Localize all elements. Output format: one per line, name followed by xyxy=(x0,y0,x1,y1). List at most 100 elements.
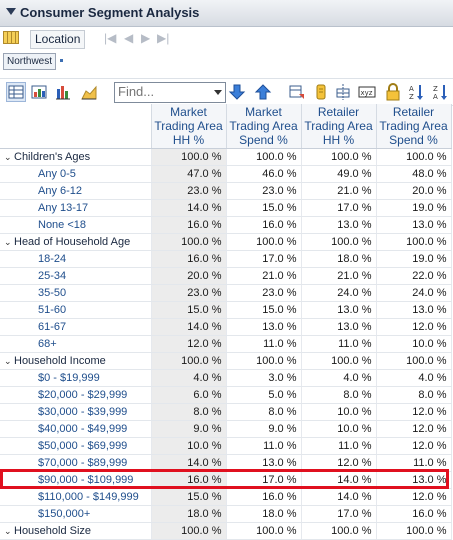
value-cell: 8.0 % xyxy=(226,403,302,421)
row-label[interactable]: $40,000 - $49,999 xyxy=(0,420,152,438)
nav-first-icon[interactable]: |◀ xyxy=(104,31,116,45)
table-row[interactable]: $20,000 - $29,999 6.0 % 5.0 % 8.0 % 8.0 % xyxy=(0,386,452,404)
find-input[interactable] xyxy=(115,83,201,100)
table-view-icon[interactable] xyxy=(6,82,26,102)
group-label[interactable]: ⌄ Children's Ages xyxy=(0,148,152,166)
value-cell: 16.0 % xyxy=(151,216,227,234)
arrow-up-icon[interactable] xyxy=(254,83,272,101)
table-row[interactable]: 51-60 15.0 % 15.0 % 13.0 % 13.0 % xyxy=(0,301,452,319)
table-row[interactable]: Any 13-17 14.0 % 15.0 % 17.0 % 19.0 % xyxy=(0,199,452,217)
row-label-text: Household Size xyxy=(14,525,92,537)
table-row[interactable]: None <18 16.0 % 16.0 % 13.0 % 13.0 % xyxy=(0,216,452,234)
value-cell: 10.0 % xyxy=(301,403,377,421)
row-label[interactable]: 35-50 xyxy=(0,284,152,302)
grid-icon[interactable] xyxy=(3,31,19,44)
column-header[interactable]: Retailer Trading Area HH % xyxy=(301,104,377,149)
chevron-down-icon[interactable] xyxy=(214,90,222,95)
table-row[interactable]: $110,000 - $149,999 15.0 % 16.0 % 14.0 % 12.… xyxy=(0,488,452,506)
table-row[interactable]: 35-50 23.0 % 23.0 % 24.0 % 24.0 % xyxy=(0,284,452,302)
table-row[interactable]: 61-67 14.0 % 13.0 % 13.0 % 12.0 % xyxy=(0,318,452,336)
row-label[interactable]: 18-24 xyxy=(0,250,152,268)
group-row[interactable]: ⌄ Children's Ages 100.0 % 100.0 % 100.0 % 100… xyxy=(0,148,452,166)
row-label[interactable]: $110,000 - $149,999 xyxy=(0,488,152,506)
row-label[interactable]: $90,000 - $109,999 xyxy=(0,471,152,489)
value-cell: 49.0 % xyxy=(301,165,377,183)
row-label[interactable]: $0 - $19,999 xyxy=(0,369,152,387)
row-label-text: 51-60 xyxy=(38,304,67,316)
value-cell: 15.0 % xyxy=(226,301,302,319)
value-cell: 100.0 % xyxy=(301,233,377,251)
row-label[interactable]: Any 6-12 xyxy=(0,182,152,200)
value-cell: 23.0 % xyxy=(151,182,227,200)
table-row[interactable]: 18-24 16.0 % 17.0 % 18.0 % 19.0 % xyxy=(0,250,452,268)
value-cell: 16.0 % xyxy=(151,471,227,489)
lock-icon[interactable] xyxy=(384,83,402,101)
value-cell: 13.0 % xyxy=(301,216,377,234)
row-label-text: $110,000 - $149,999 xyxy=(38,491,139,503)
row-label-text: 18-24 xyxy=(38,253,67,265)
group-label[interactable]: ⌄ Household Income xyxy=(0,352,152,370)
filter-chip[interactable]: Northwest xyxy=(3,53,57,70)
row-label-text: 25-34 xyxy=(38,270,67,282)
row-label[interactable]: Any 13-17 xyxy=(0,199,152,217)
arrow-down-icon[interactable] xyxy=(228,83,246,101)
value-cell: 19.0 % xyxy=(376,199,452,217)
column-header[interactable]: Retailer Trading Area Spend % xyxy=(376,104,452,149)
table-row[interactable]: $50,000 - $69,999 10.0 % 11.0 % 11.0 % 12.0 … xyxy=(0,437,452,455)
chevron-down-icon[interactable]: ⌄ xyxy=(4,152,14,163)
collapse-arrow-icon[interactable] xyxy=(6,8,16,15)
row-label[interactable]: 61-67 xyxy=(0,318,152,336)
table-row[interactable]: $90,000 - $109,999 16.0 % 17.0 % 14.0 % 13.0… xyxy=(0,471,452,489)
row-label[interactable]: Any 0-5 xyxy=(0,165,152,183)
value-cell: 14.0 % xyxy=(151,454,227,472)
bar-chart-icon[interactable] xyxy=(54,83,72,101)
chevron-down-icon[interactable]: ⌄ xyxy=(4,237,14,248)
sort-asc-icon[interactable]: AZ xyxy=(408,83,426,101)
chart-icon[interactable] xyxy=(30,83,48,101)
location-button[interactable]: Location xyxy=(30,30,86,49)
chevron-down-icon[interactable]: ⌄ xyxy=(4,356,14,367)
row-label[interactable]: $150,000+ xyxy=(0,505,152,523)
value-cell: 16.0 % xyxy=(151,250,227,268)
export-icon[interactable] xyxy=(312,83,330,101)
row-label[interactable]: $70,000 - $89,999 xyxy=(0,454,152,472)
area-chart-icon[interactable] xyxy=(80,83,98,101)
table-row[interactable]: Any 0-5 47.0 % 46.0 % 49.0 % 48.0 % xyxy=(0,165,452,183)
table-row[interactable]: Any 6-12 23.0 % 23.0 % 21.0 % 20.0 % xyxy=(0,182,452,200)
value-cell: 14.0 % xyxy=(301,488,377,506)
value-cell: 13.0 % xyxy=(301,301,377,319)
row-label[interactable]: 25-34 xyxy=(0,267,152,285)
value-cell: 14.0 % xyxy=(151,199,227,217)
table-row[interactable]: $0 - $19,999 4.0 % 3.0 % 4.0 % 4.0 % xyxy=(0,369,452,387)
table-row[interactable]: 68+ 12.0 % 11.0 % 11.0 % 10.0 % xyxy=(0,335,452,353)
layout-icon[interactable] xyxy=(334,83,352,101)
sort-desc-icon[interactable]: ZA xyxy=(432,83,450,101)
chevron-down-icon[interactable]: ⌄ xyxy=(4,526,14,537)
column-header[interactable]: Market Trading Area HH % xyxy=(151,104,227,149)
value-cell: 12.0 % xyxy=(376,488,452,506)
row-label[interactable]: 51-60 xyxy=(0,301,152,319)
value-cell: 20.0 % xyxy=(151,267,227,285)
row-label[interactable]: $20,000 - $29,999 xyxy=(0,386,152,404)
xyz-icon[interactable]: xyz xyxy=(358,83,376,101)
table-row[interactable]: 25-34 20.0 % 21.0 % 21.0 % 22.0 % xyxy=(0,267,452,285)
row-label[interactable]: $30,000 - $39,999 xyxy=(0,403,152,421)
toolbar: xyz AZ ZA xyxy=(0,78,453,106)
row-label[interactable]: $50,000 - $69,999 xyxy=(0,437,152,455)
table-row[interactable]: $70,000 - $89,999 14.0 % 13.0 % 12.0 % 11.0 … xyxy=(0,454,452,472)
group-row[interactable]: ⌄ Head of Household Age 100.0 % 100.0 % 100.… xyxy=(0,233,452,251)
table-row[interactable]: $40,000 - $49,999 9.0 % 9.0 % 10.0 % 12.0 % xyxy=(0,420,452,438)
table-row[interactable]: $30,000 - $39,999 8.0 % 8.0 % 10.0 % 12.0 % xyxy=(0,403,452,421)
pivot-icon[interactable] xyxy=(288,83,306,101)
table-row[interactable]: $150,000+ 18.0 % 18.0 % 17.0 % 16.0 % xyxy=(0,505,452,523)
nav-prev-icon[interactable]: ◀ xyxy=(124,31,133,45)
row-label[interactable]: None <18 xyxy=(0,216,152,234)
group-row[interactable]: ⌄ Household Income 100.0 % 100.0 % 100.0 % 10… xyxy=(0,352,452,370)
column-header[interactable]: Market Trading Area Spend % xyxy=(226,104,302,149)
row-label[interactable]: 68+ xyxy=(0,335,152,353)
nav-last-icon[interactable]: ▶| xyxy=(157,31,169,45)
group-label[interactable]: ⌄ Head of Household Age xyxy=(0,233,152,251)
value-cell: 100.0 % xyxy=(151,352,227,370)
nav-next-icon[interactable]: ▶ xyxy=(141,31,150,45)
find-box[interactable] xyxy=(114,82,226,103)
